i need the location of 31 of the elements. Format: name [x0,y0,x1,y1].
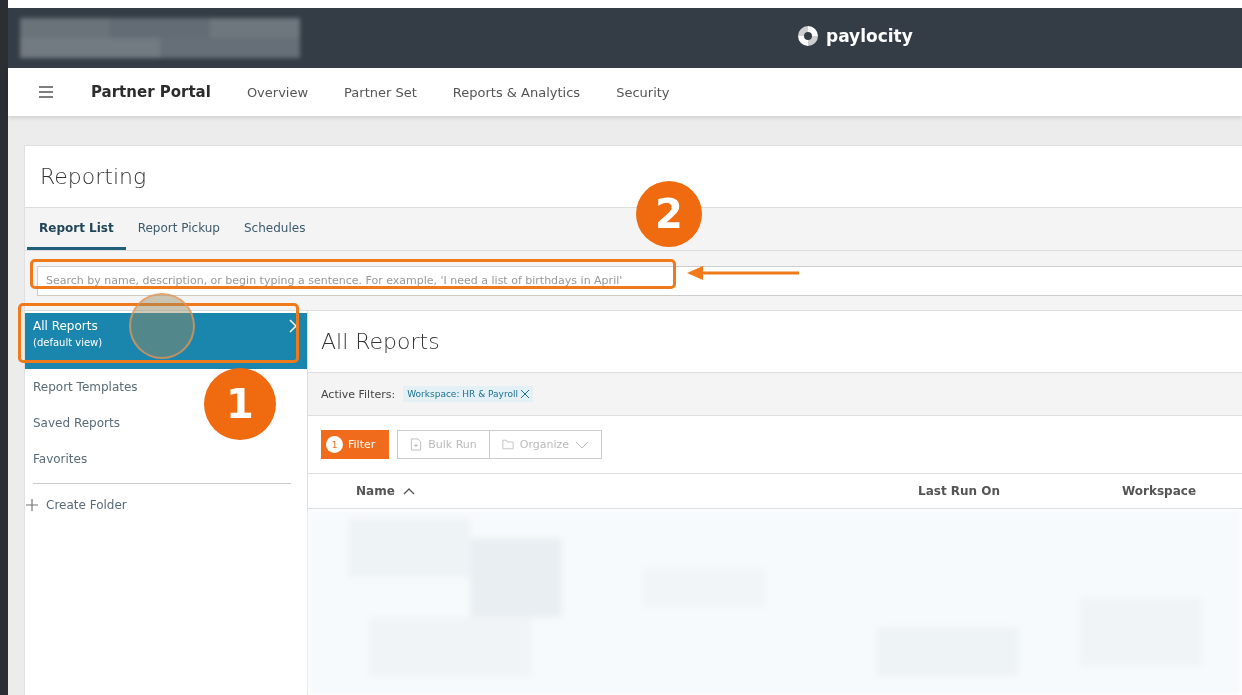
document-icon [410,438,423,451]
filter-chip[interactable]: Workspace: HR & Payroll [403,386,533,402]
tab[interactable]: Schedules [232,208,318,250]
folder-icon [501,438,514,451]
close-icon[interactable] [520,390,529,398]
tab[interactable]: Report Pickup [125,208,232,250]
create-folder-link[interactable]: Create Folder [25,498,127,512]
chevron-down-icon [575,440,590,449]
brand-name: paylocity [826,26,913,46]
sidebar-item[interactable]: All Reports (default view) [25,313,307,369]
nav-link[interactable]: Security [616,84,670,100]
arrow-icon [687,265,799,281]
sort-up-icon [402,487,415,495]
sidebar-item[interactable]: Saved Reports [25,405,130,441]
nav-link[interactable]: Partner Set [344,84,417,100]
chevron-right-icon [289,319,297,333]
portal-title: Partner Portal [91,83,211,101]
column-header[interactable]: Workspace [1122,484,1197,498]
plus-icon [26,499,38,511]
column-header[interactable]: Name [356,484,415,498]
search-field[interactable]: Search by name, description, or begin typing a sentence. For example, 'I need a list of birthdays in April' [37,265,1242,296]
section-title: All Reports [321,329,440,354]
sidebar-item[interactable]: Favorites [25,441,98,477]
sidebar-item[interactable]: Report Templates [25,369,148,405]
nav-link[interactable]: Reports & Analytics [452,84,581,100]
column-header[interactable]: Last Run On [918,484,1001,498]
filters-label: Active Filters: [321,387,396,401]
menu-icon[interactable] [39,86,53,98]
logo-icon [796,24,820,48]
page-title: Reporting [40,164,147,189]
nav-link[interactable]: Overview [246,84,309,100]
